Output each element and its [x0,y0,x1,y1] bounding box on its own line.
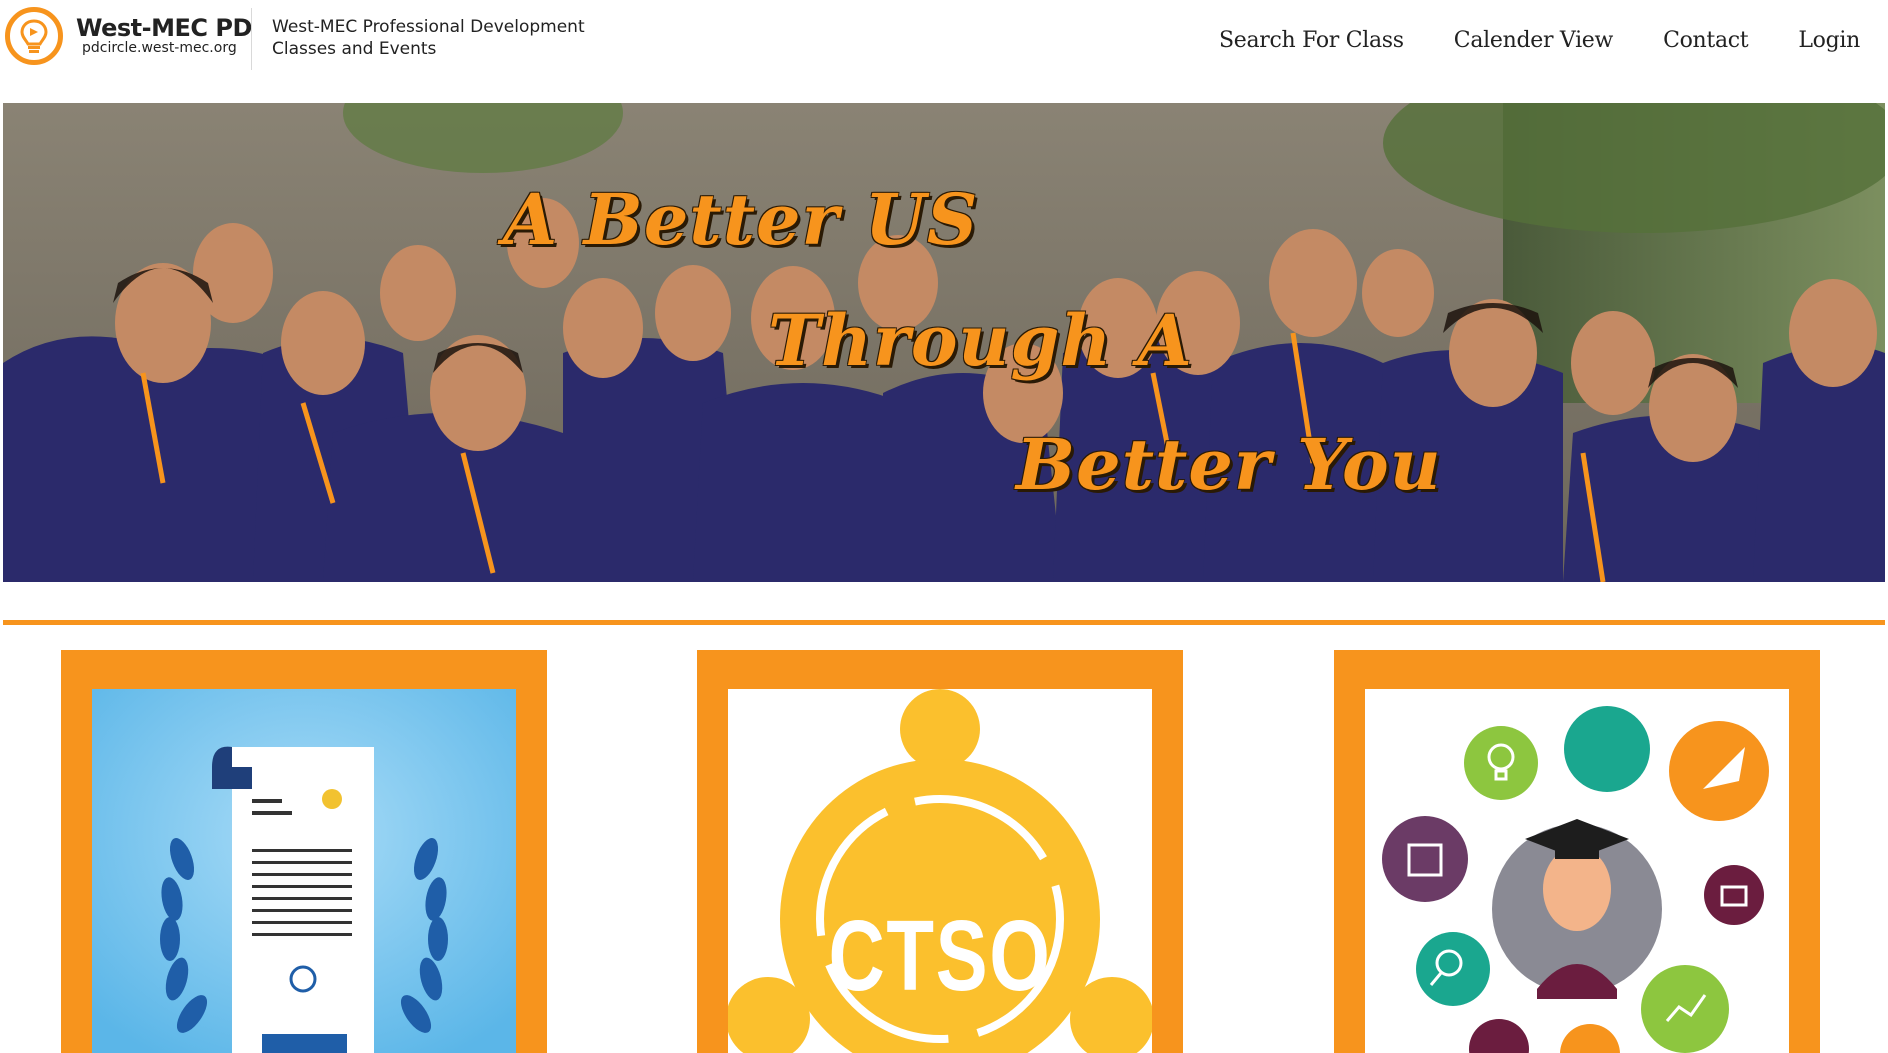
tagline-line-2: Classes and Events [272,39,437,59]
section-divider [3,620,1885,625]
ctso-icon: CTSO [728,689,1152,1053]
card-certificate[interactable] [61,650,547,1053]
site-tagline: West-MEC Professional Development Classe… [272,16,585,60]
certificate-icon [92,689,516,1053]
nav-contact[interactable]: Contact [1663,28,1749,53]
hero-headline-line-3: Better You [1016,423,1442,506]
card-ctso[interactable]: CTSO [697,650,1183,1053]
site-header: West-MEC PD pdcircle.west-mec.org West-M… [0,0,1888,104]
card-career-skills[interactable] [1334,650,1820,1053]
brand-name[interactable]: West-MEC PD [76,14,252,42]
hero-banner: A Better US Through A Better You [3,103,1885,582]
brand-divider [251,8,252,70]
tagline-line-1: West-MEC Professional Development [272,17,585,37]
nav-calender-view[interactable]: Calender View [1454,28,1614,53]
nav-login[interactable]: Login [1798,28,1860,53]
ctso-label: CTSO [828,900,1052,1012]
hero-headline-line-2: Through A [768,299,1193,382]
hero-headline-line-1: A Better US [503,178,979,261]
brand-url: pdcircle.west-mec.org [82,40,237,56]
nav-search-for-class[interactable]: Search For Class [1219,28,1404,53]
lightbulb-logo-icon[interactable] [5,7,63,65]
career-skills-icon [1365,689,1789,1053]
main-nav: Search For Class Calender View Contact L… [1169,28,1860,53]
